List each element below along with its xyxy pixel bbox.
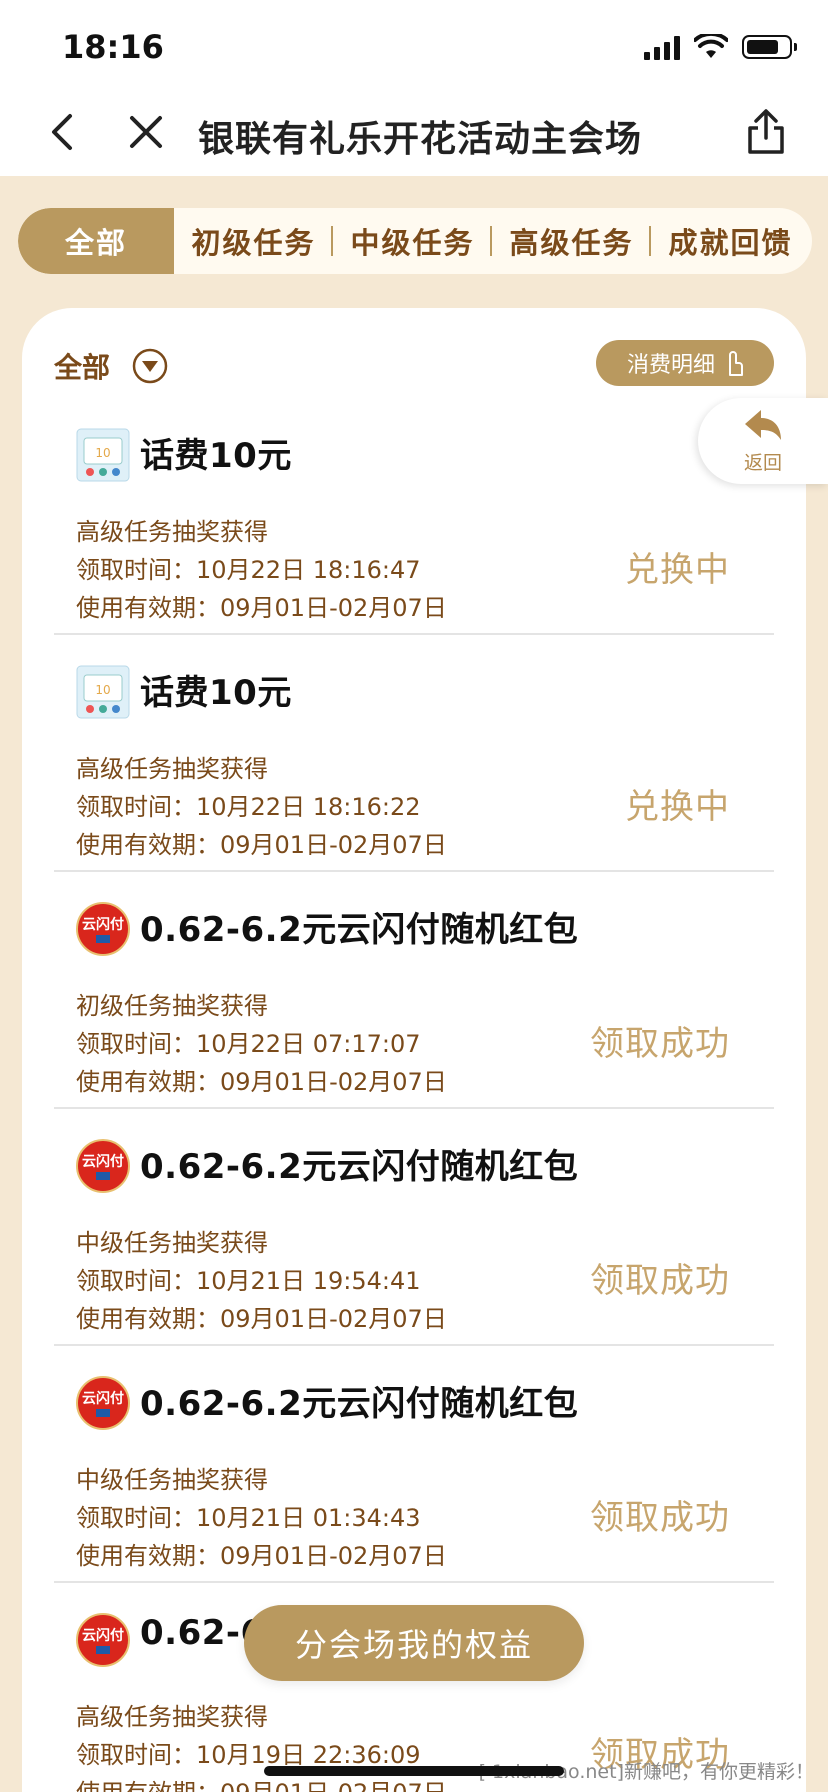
phone-bill-icon: 10 xyxy=(76,428,130,482)
reward-title: 话费10元 xyxy=(140,436,292,476)
claim-time: 领取时间：10月22日 18:16:22 xyxy=(76,793,421,821)
tab-achievement-rewards[interactable]: 成就回馈 xyxy=(651,208,810,274)
tap-hand-icon xyxy=(729,351,743,376)
share-icon[interactable] xyxy=(744,108,788,156)
reward-title: 0.62-6.2元云闪付随机红包 xyxy=(140,1384,579,1424)
battery-icon xyxy=(742,35,797,59)
filter-dropdown[interactable]: 全部 xyxy=(54,346,168,386)
phone-bill-icon: 10 xyxy=(76,665,130,719)
back-arrow-icon[interactable] xyxy=(42,110,82,154)
list-item[interactable]: 云闪付 0.62-6.2元云闪付随机红包 初级任务抽奖获得 领取时间：10月22… xyxy=(54,872,774,1109)
reward-source: 中级任务抽奖获得 xyxy=(76,1229,268,1257)
validity-period: 使用有效期：09月01日-02月07日 xyxy=(76,594,447,622)
svg-text:10: 10 xyxy=(95,683,110,697)
svg-text:云闪付: 云闪付 xyxy=(82,916,124,933)
return-label: 返回 xyxy=(743,451,782,474)
list-item[interactable]: 云闪付 0.62-6.2元云闪付随机红包 中级任务抽奖获得 领取时间：10月21… xyxy=(54,1346,774,1583)
svg-text:云闪付: 云闪付 xyxy=(82,1153,124,1170)
status-badge: 领取成功 xyxy=(590,1261,730,1301)
filter-label: 全部 xyxy=(54,351,111,384)
unionpay-icon: 云闪付 xyxy=(76,1376,130,1430)
reward-source: 中级任务抽奖获得 xyxy=(76,1466,268,1494)
reward-source: 初级任务抽奖获得 xyxy=(76,992,268,1020)
svg-text:云闪付: 云闪付 xyxy=(82,1390,124,1407)
unionpay-icon: 云闪付 xyxy=(76,1613,130,1667)
status-icons xyxy=(644,34,797,60)
svg-text:云闪付: 云闪付 xyxy=(82,1627,124,1644)
home-indicator xyxy=(264,1766,564,1776)
return-arrow-icon xyxy=(745,409,781,440)
reward-source: 高级任务抽奖获得 xyxy=(76,518,268,546)
status-badge: 兑换中 xyxy=(625,550,730,590)
validity-period: 使用有效期：09月01日-02月07日 xyxy=(76,1305,447,1333)
wifi-icon xyxy=(694,34,728,58)
reward-source: 高级任务抽奖获得 xyxy=(76,755,268,783)
validity-period: 使用有效期：09月01日-02月07日 xyxy=(76,1068,447,1096)
return-button[interactable]: 返回 xyxy=(698,398,828,484)
rewards-card: 全部 消费明细 10 话费10元 高级任务抽奖获得 领取时间：10月22日 18… xyxy=(22,308,806,1792)
validity-period: 使用有效期：09月01日-02月07日 xyxy=(76,831,447,859)
tab-senior-tasks[interactable]: 高级任务 xyxy=(492,208,651,274)
close-icon[interactable] xyxy=(124,110,168,154)
reward-title: 话费10元 xyxy=(140,673,292,713)
reward-title: 0.62-6.2元云闪付随机红包 xyxy=(140,1147,579,1187)
cellular-signal-icon xyxy=(644,34,680,60)
consumption-detail-button[interactable]: 消费明细 xyxy=(596,340,774,386)
tab-all[interactable]: 全部 xyxy=(18,208,174,274)
list-item[interactable]: 云闪付 0.62-6.2元云闪付随机红包 中级任务抽奖获得 领取时间：10月21… xyxy=(54,1109,774,1346)
top-bar: 18:16 银联有礼乐开花活动主会场 xyxy=(0,0,828,176)
list-item[interactable]: 10 话费10元 高级任务抽奖获得 领取时间：10月22日 18:16:22 使… xyxy=(54,635,774,872)
status-badge: 领取成功 xyxy=(590,1498,730,1538)
status-badge: 兑换中 xyxy=(625,787,730,827)
claim-time: 领取时间：10月21日 19:54:41 xyxy=(76,1267,421,1295)
validity-period: 使用有效期：09月01日-02月07日 xyxy=(76,1542,447,1570)
consumption-detail-label: 消费明细 xyxy=(626,353,715,378)
reward-title: 0.62-6.2元云闪付随机红包 xyxy=(140,910,579,950)
reward-source: 高级任务抽奖获得 xyxy=(76,1703,268,1731)
task-tabs: 全部 初级任务 中级任务 高级任务 成就回馈 xyxy=(18,208,812,274)
status-time: 18:16 xyxy=(62,28,164,66)
sub-venue-benefits-button[interactable]: 分会场我的权益 xyxy=(244,1605,584,1681)
page-title: 银联有礼乐开花活动主会场 xyxy=(198,119,643,160)
claim-time: 领取时间：10月19日 22:36:09 xyxy=(76,1741,421,1769)
tab-intermediate-tasks[interactable]: 中级任务 xyxy=(333,208,492,274)
svg-text:10: 10 xyxy=(95,446,110,460)
tab-junior-tasks[interactable]: 初级任务 xyxy=(174,208,333,274)
claim-time: 领取时间：10月22日 18:16:47 xyxy=(76,556,421,584)
status-badge: 领取成功 xyxy=(590,1024,730,1064)
unionpay-icon: 云闪付 xyxy=(76,1139,130,1193)
unionpay-icon: 云闪付 xyxy=(76,902,130,956)
list-item[interactable]: 10 话费10元 高级任务抽奖获得 领取时间：10月22日 18:16:47 使… xyxy=(54,398,774,635)
dropdown-triangle-icon xyxy=(132,348,168,384)
claim-time: 领取时间：10月22日 07:17:07 xyxy=(76,1030,421,1058)
claim-time: 领取时间：10月21日 01:34:43 xyxy=(76,1504,421,1532)
